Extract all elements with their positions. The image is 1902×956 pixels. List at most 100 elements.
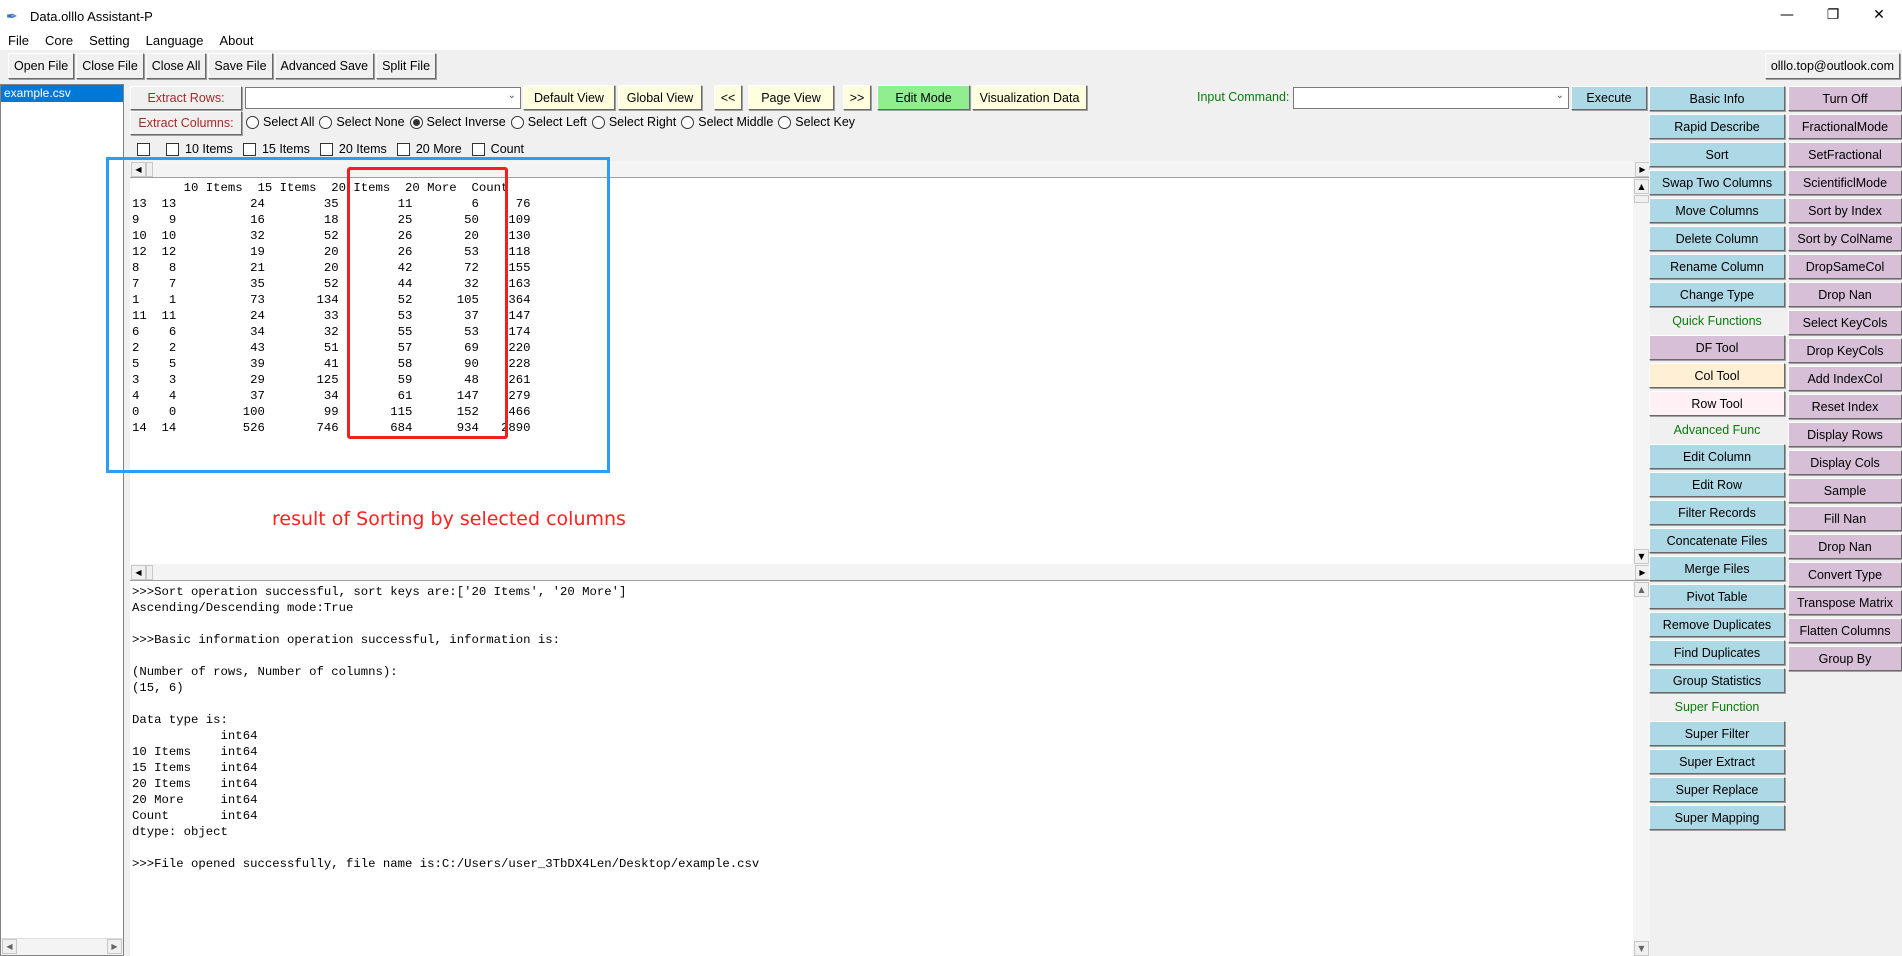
save-file-button[interactable]: Save File <box>208 53 273 79</box>
setfractional-button[interactable]: SetFractional <box>1788 142 1902 167</box>
extract-rows-button[interactable]: Extract Rows: <box>130 86 242 110</box>
restore-icon[interactable]: ❐ <box>1810 0 1856 30</box>
display-cols-button[interactable]: Display Cols <box>1788 450 1902 475</box>
checkbox-count[interactable]: Count <box>471 142 524 156</box>
display-rows-button[interactable]: Display Rows <box>1788 422 1902 447</box>
concatenate-files-button[interactable]: Concatenate Files <box>1649 528 1785 553</box>
file-list-scrollbar[interactable]: ◀ ▶ <box>1 938 123 955</box>
select-keycols-button[interactable]: Select KeyCols <box>1788 310 1902 335</box>
super-replace-button[interactable]: Super Replace <box>1649 777 1785 802</box>
super-extract-button[interactable]: Super Extract <box>1649 749 1785 774</box>
log-vscroll[interactable]: ▲ ▼ <box>1633 581 1650 956</box>
scroll-left-icon[interactable]: ◀ <box>2 939 17 954</box>
drop-keycols-button[interactable]: Drop KeyCols <box>1788 338 1902 363</box>
fractionalmode-button[interactable]: FractionalMode <box>1788 114 1902 139</box>
move-columns-button[interactable]: Move Columns <box>1649 198 1785 223</box>
log-text[interactable]: >>>Sort operation successful, sort keys … <box>132 584 759 872</box>
radio-select-key[interactable]: Select Key <box>778 115 855 129</box>
super-mapping-button[interactable]: Super Mapping <box>1649 805 1785 830</box>
checkbox-20-items[interactable]: 20 Items <box>319 142 387 156</box>
col-tool-button[interactable]: Col Tool <box>1649 363 1785 388</box>
default-view-button[interactable]: Default View <box>523 85 615 110</box>
radio-select-inverse[interactable]: Select Inverse <box>409 115 506 129</box>
checkbox-box[interactable] <box>471 142 485 156</box>
sample-button[interactable]: Sample <box>1788 478 1902 503</box>
radio-select-left[interactable]: Select Left <box>510 115 587 129</box>
sort-button[interactable]: Sort <box>1649 142 1785 167</box>
radio-dot[interactable] <box>681 115 695 129</box>
basic-info-button[interactable]: Basic Info <box>1649 86 1785 111</box>
file-item-selected[interactable]: example.csv <box>1 85 123 102</box>
global-view-button[interactable]: Global View <box>618 85 702 110</box>
radio-dot[interactable] <box>246 115 259 129</box>
delete-column-button[interactable]: Delete Column <box>1649 226 1785 251</box>
next-page-button[interactable]: >> <box>843 85 871 110</box>
scroll-thumb[interactable] <box>1634 195 1649 203</box>
df-tool-button[interactable]: DF Tool <box>1649 335 1785 360</box>
radio-select-right[interactable]: Select Right <box>591 115 676 129</box>
scroll-thumb[interactable] <box>146 565 153 580</box>
group-statistics-button[interactable]: Group Statistics <box>1649 668 1785 693</box>
checkbox-box[interactable] <box>137 142 150 156</box>
drop-nan-button[interactable]: Drop Nan <box>1788 534 1902 559</box>
close-icon[interactable]: ✕ <box>1856 0 1902 30</box>
log-hscroll[interactable]: ◀ ▶ <box>130 564 1650 581</box>
scroll-right-icon[interactable]: ▶ <box>107 939 122 954</box>
checkbox-20-more[interactable]: 20 More <box>396 142 462 156</box>
radio-dot[interactable] <box>778 115 792 129</box>
checkbox-15-items[interactable]: 15 Items <box>242 142 310 156</box>
radio-dot-checked[interactable] <box>409 115 423 129</box>
convert-type-button[interactable]: Convert Type <box>1788 562 1902 587</box>
close-file-button[interactable]: Close File <box>76 53 144 79</box>
change-type-button[interactable]: Change Type <box>1649 282 1785 307</box>
drop-nan-button[interactable]: Drop Nan <box>1788 282 1902 307</box>
edit-mode-button[interactable]: Edit Mode <box>877 85 970 110</box>
find-duplicates-button[interactable]: Find Duplicates <box>1649 640 1785 665</box>
sort-by-index-button[interactable]: Sort by Index <box>1788 198 1902 223</box>
execute-button[interactable]: Execute <box>1571 86 1647 110</box>
reset-index-button[interactable]: Reset Index <box>1788 394 1902 419</box>
checkbox-box[interactable] <box>319 142 333 156</box>
rapid-describe-button[interactable]: Rapid Describe <box>1649 114 1785 139</box>
scroll-left-icon[interactable]: ◀ <box>131 565 146 580</box>
radio-select-middle[interactable]: Select Middle <box>681 115 773 129</box>
radio-dot[interactable] <box>591 115 605 129</box>
page-view-button[interactable]: Page View <box>748 85 834 110</box>
scroll-up-icon[interactable]: ▲ <box>1634 179 1649 194</box>
super-filter-button[interactable]: Super Filter <box>1649 721 1785 746</box>
table-vscroll[interactable]: ▲ ▼ <box>1633 178 1650 564</box>
checkbox-box[interactable] <box>166 142 179 156</box>
input-command-combo[interactable]: ⌄ <box>1293 87 1569 109</box>
edit-row-button[interactable]: Edit Row <box>1649 472 1785 497</box>
turn-off-button[interactable]: Turn Off <box>1788 86 1902 111</box>
menu-core[interactable]: Core <box>37 33 81 48</box>
scroll-down-icon[interactable]: ▼ <box>1634 549 1649 564</box>
menu-setting[interactable]: Setting <box>81 33 137 48</box>
remove-duplicates-button[interactable]: Remove Duplicates <box>1649 612 1785 637</box>
pivot-table-button[interactable]: Pivot Table <box>1649 584 1785 609</box>
scroll-up-icon[interactable]: ▲ <box>1634 582 1649 597</box>
add-indexcol-button[interactable]: Add IndexCol <box>1788 366 1902 391</box>
menu-file[interactable]: File <box>0 33 37 48</box>
menu-language[interactable]: Language <box>138 33 212 48</box>
visualization-data-button[interactable]: Visualization Data <box>972 85 1087 110</box>
chevron-down-icon[interactable]: ⌄ <box>508 90 516 101</box>
minimize-icon[interactable]: — <box>1764 0 1810 30</box>
rename-column-button[interactable]: Rename Column <box>1649 254 1785 279</box>
filter-records-button[interactable]: Filter Records <box>1649 500 1785 525</box>
row-tool-button[interactable]: Row Tool <box>1649 391 1785 416</box>
dropsamecol-button[interactable]: DropSameCol <box>1788 254 1902 279</box>
edit-column-button[interactable]: Edit Column <box>1649 444 1785 469</box>
sort-by-colname-button[interactable]: Sort by ColName <box>1788 226 1902 251</box>
menu-about[interactable]: About <box>211 33 261 48</box>
prev-page-button[interactable]: << <box>714 85 742 110</box>
radio-select-all[interactable]: Select All <box>246 115 314 129</box>
scientificlmode-button[interactable]: ScientificlMode <box>1788 170 1902 195</box>
fill-nan-button[interactable]: Fill Nan <box>1788 506 1902 531</box>
close-all-button[interactable]: Close All <box>145 53 207 79</box>
scroll-right-icon[interactable]: ▶ <box>1635 162 1650 177</box>
checkbox-box[interactable] <box>396 142 410 156</box>
email-button[interactable]: olllo.top@outlook.com <box>1764 53 1900 79</box>
extract-rows-combo[interactable]: ⌄ <box>245 87 521 109</box>
radio-select-none[interactable]: Select None <box>319 115 405 129</box>
